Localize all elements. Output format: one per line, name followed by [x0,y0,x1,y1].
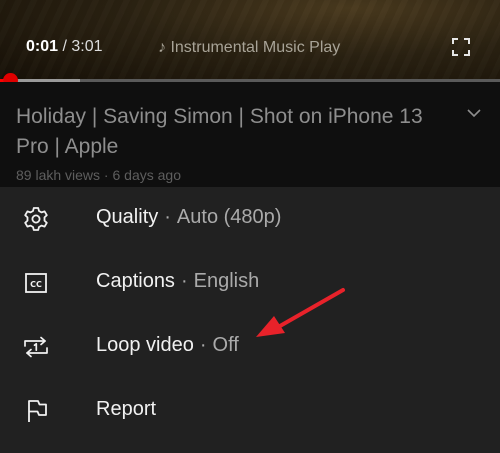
report-label: Report [96,398,157,420]
captions-label: Captions [96,270,175,292]
current-time: 0:01 [26,38,59,55]
fullscreen-icon[interactable] [452,38,470,56]
menu-item-text: Captions · English [96,270,259,293]
menu-item-text: Quality · Auto (480p) [96,206,281,229]
annotation-arrow-icon [256,288,345,337]
quality-label: Quality [96,206,159,228]
flag-icon [28,400,47,422]
duration: 3:01 [71,38,103,55]
video-meta: 89 lakh views · 6 days ago [16,167,181,183]
chevron-down-icon[interactable] [466,107,482,119]
menu-item-report[interactable]: Report [0,379,500,443]
quality-value: Auto (480p) [176,206,282,228]
time-display: 0:01 / 3:01 [26,38,103,56]
video-info: Holiday | Saving Simon | Shot on iPhone … [0,82,500,187]
svg-text:CC: CC [30,280,42,289]
separator-dot: · [180,270,188,292]
loop-label: Loop video [96,334,194,356]
menu-item-text: Report [96,398,156,421]
cc-icon: CC [25,273,47,293]
time-separator: / [58,38,72,55]
video-player[interactable]: 0:01 / 3:01 ♪ Instrumental Music Play [0,0,500,82]
separator-dot: · [199,334,207,356]
menu-item-quality[interactable]: Quality · Auto (480p) [0,187,500,251]
loop-icon [24,336,48,358]
music-label[interactable]: ♪ Instrumental Music Play [158,39,340,57]
gear-icon [24,207,48,231]
separator-dot: · [164,206,171,228]
menu-item-text: Loop video · Off [96,334,239,357]
loop-value: Off [212,334,239,356]
video-title[interactable]: Holiday | Saving Simon | Shot on iPhone … [16,102,446,162]
